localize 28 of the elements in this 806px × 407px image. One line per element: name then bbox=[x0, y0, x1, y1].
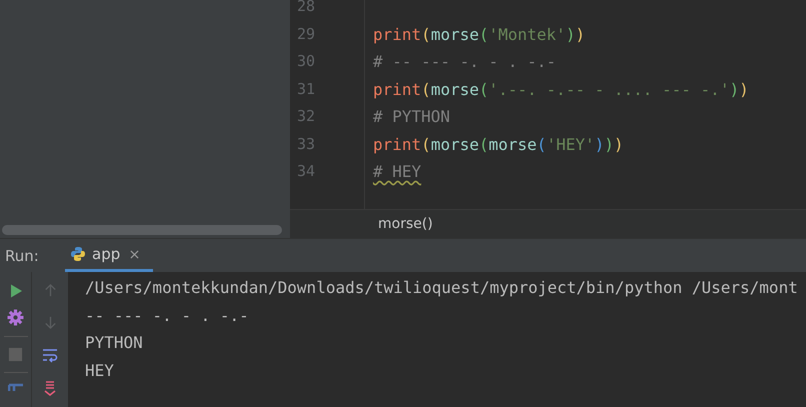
line-number: 33 bbox=[297, 134, 316, 154]
stop-icon[interactable] bbox=[8, 347, 23, 362]
code-line: print(morse('.--. -.-- - .... --- -.')) bbox=[373, 80, 749, 98]
scrollbar[interactable] bbox=[2, 225, 282, 235]
console-output-line: -- --- -. - . -.- bbox=[85, 304, 250, 326]
close-icon[interactable] bbox=[130, 250, 140, 258]
line-number: 31 bbox=[297, 78, 316, 100]
console-output-line: PYTHON bbox=[85, 332, 144, 354]
console-output-line: /Users/montekkundan/Downloads/twilioquest/myproject/bin/python /Users/mont bbox=[85, 277, 799, 299]
code-line: # PYTHON bbox=[373, 107, 450, 126]
line-number: 34 bbox=[297, 161, 316, 182]
settings-icon[interactable] bbox=[7, 309, 24, 326]
console-output-line: HEY bbox=[85, 360, 115, 382]
scroll-to-end-icon[interactable] bbox=[42, 380, 58, 396]
line-number: 30 bbox=[297, 51, 316, 72]
python-icon bbox=[70, 246, 86, 262]
code-line: # HEY bbox=[373, 162, 422, 181]
down-arrow-icon[interactable] bbox=[42, 315, 58, 330]
up-arrow-icon[interactable] bbox=[42, 283, 58, 298]
code-line: print(morse(morse('HEY'))) bbox=[373, 134, 624, 154]
breadcrumb[interactable]: morse() bbox=[378, 216, 433, 232]
line-number: 29 bbox=[297, 24, 316, 44]
soft-wrap-icon[interactable] bbox=[42, 347, 58, 363]
code-line: print(morse('Montek')) bbox=[373, 24, 585, 44]
run-label: Run: bbox=[4, 246, 40, 264]
code-line: # -- --- -. - . -.- bbox=[373, 52, 556, 71]
line-number: 32 bbox=[297, 106, 316, 127]
line-number: 28 bbox=[297, 0, 316, 17]
